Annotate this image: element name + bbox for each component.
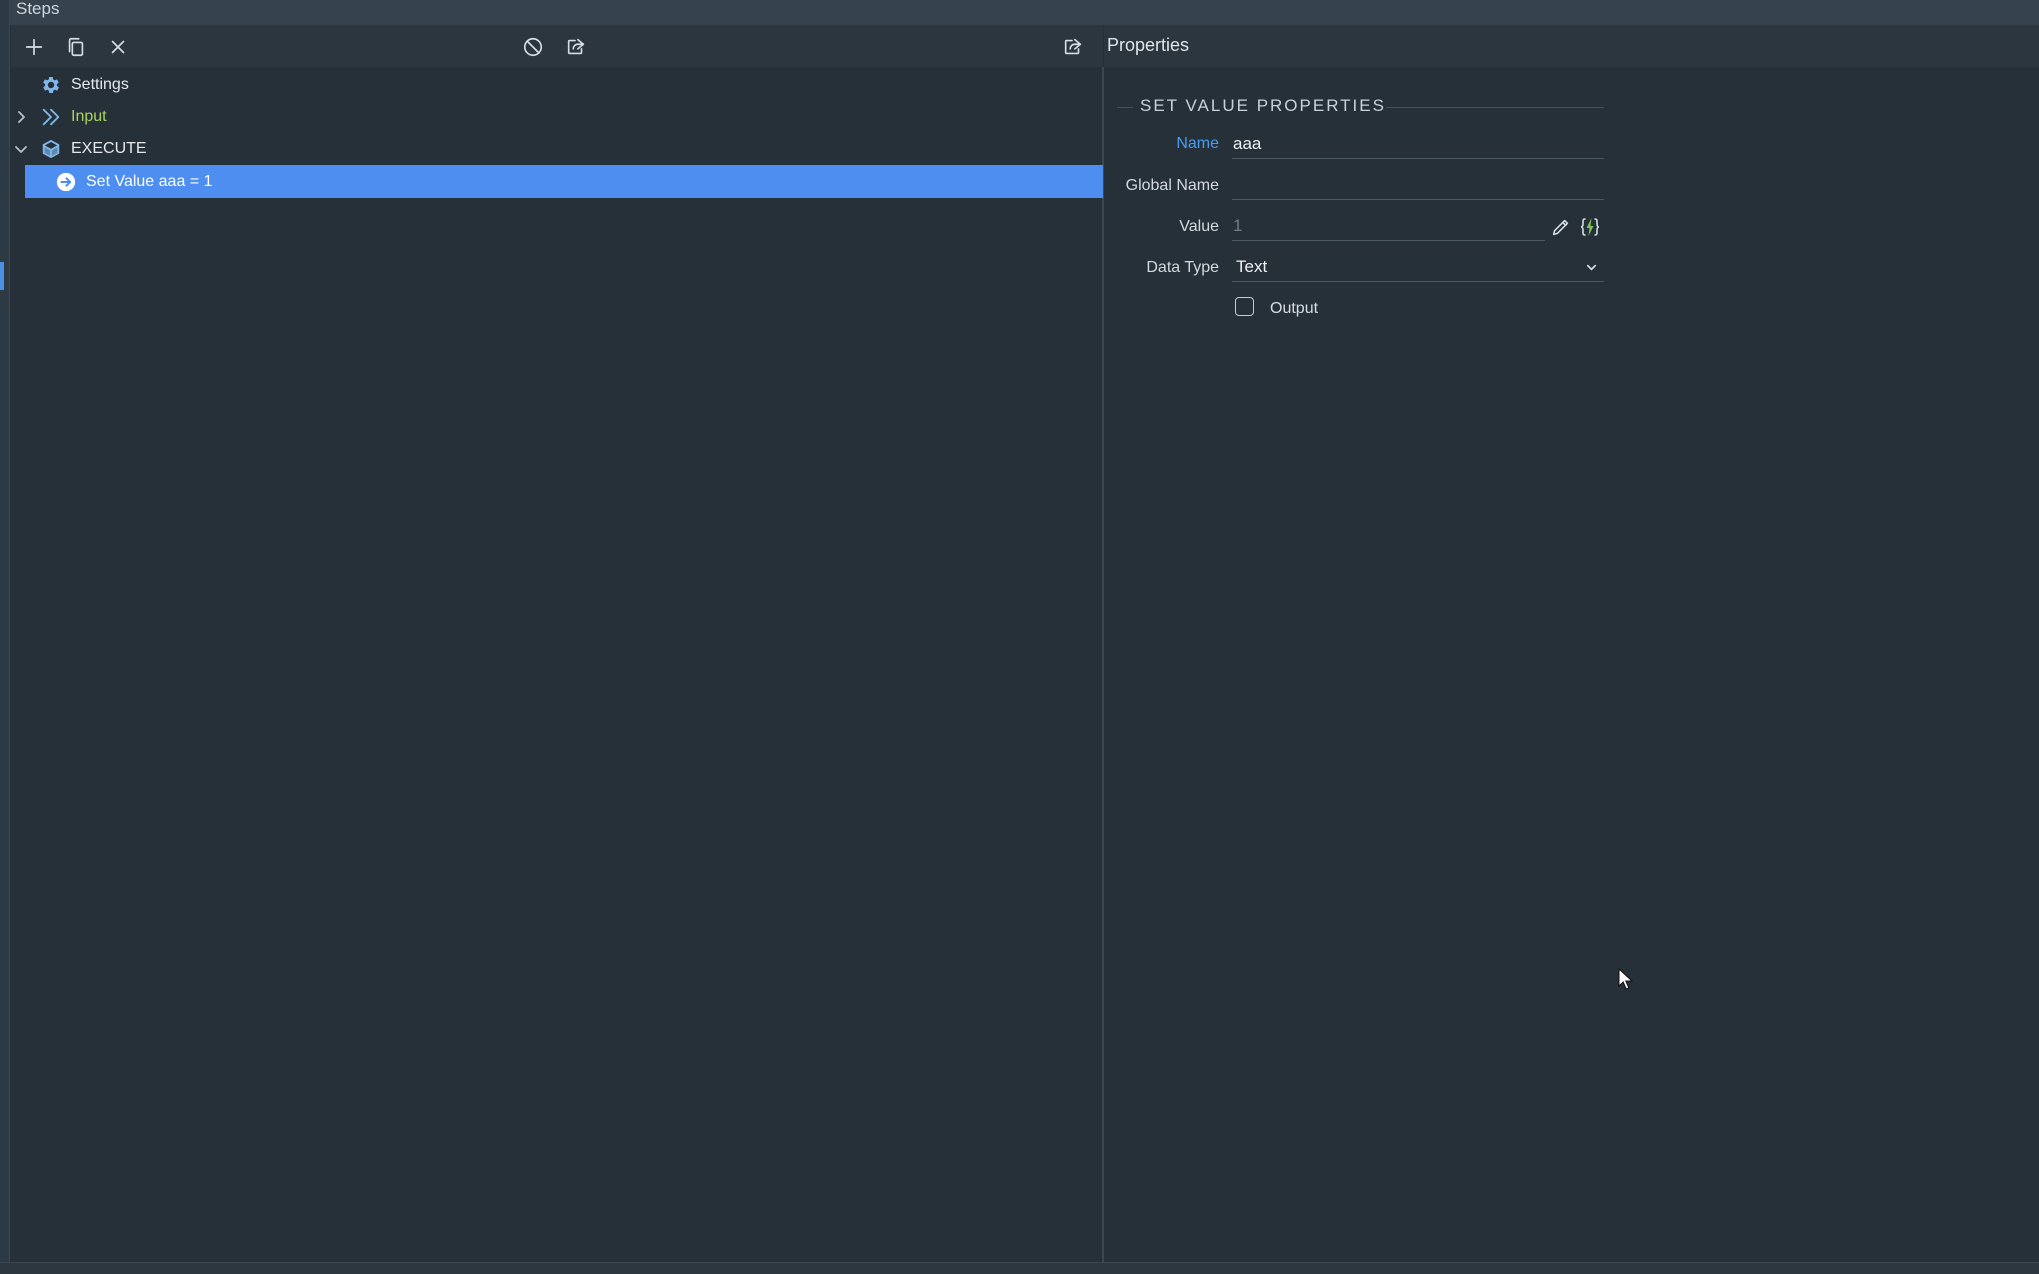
data-type-select[interactable]: Text xyxy=(1232,252,1604,282)
delete-step-button[interactable] xyxy=(105,34,131,60)
double-chevron-icon xyxy=(40,106,62,128)
name-label: Name xyxy=(1176,135,1219,152)
properties-title: Properties xyxy=(1107,35,1190,55)
section-rule-right xyxy=(1386,107,1604,108)
mouse-cursor-icon xyxy=(1618,968,1634,990)
lightning-braces-icon xyxy=(1580,218,1600,236)
properties-toolbar xyxy=(1104,25,2039,67)
add-step-button[interactable] xyxy=(21,34,47,60)
tree-item-label: Settings xyxy=(71,76,129,93)
share-properties-button[interactable] xyxy=(1060,34,1086,60)
section-title: SET VALUE PROPERTIES xyxy=(1140,96,1386,115)
left-edge-rail xyxy=(0,0,10,1274)
panel-divider[interactable] xyxy=(1102,67,1104,1262)
status-bar xyxy=(0,1262,2039,1274)
tree-item-label: Input xyxy=(71,108,107,125)
global-name-label: Global Name xyxy=(1125,177,1219,194)
chevron-down-icon xyxy=(1586,264,1597,271)
name-input[interactable]: aaa xyxy=(1232,129,1604,159)
pencil-icon xyxy=(1552,219,1569,236)
value-input[interactable]: 1 xyxy=(1232,211,1545,241)
output-checkbox[interactable] xyxy=(1235,297,1254,316)
global-name-input[interactable] xyxy=(1232,170,1604,200)
window-title: Steps xyxy=(16,0,60,18)
cube-icon xyxy=(40,138,62,160)
export-icon xyxy=(567,38,585,55)
tree-item-execute[interactable]: EXECUTE xyxy=(0,134,1100,164)
tree-item-input[interactable]: Input xyxy=(0,102,1100,132)
data-type-label: Data Type xyxy=(1146,259,1219,276)
tree-item-label: Set Value aaa = 1 xyxy=(86,172,213,190)
export-step-button[interactable] xyxy=(563,34,589,60)
chevron-right-icon[interactable] xyxy=(14,110,28,124)
gear-icon xyxy=(40,74,62,96)
data-type-value: Text xyxy=(1236,256,1268,276)
section-rule-left xyxy=(1117,107,1133,108)
edit-value-button[interactable] xyxy=(1549,215,1573,239)
copy-icon xyxy=(68,37,84,57)
copy-step-button[interactable] xyxy=(63,34,89,60)
disable-step-button[interactable] xyxy=(520,34,546,60)
title-bar: Steps xyxy=(0,0,2039,25)
steps-toolbar xyxy=(11,25,1103,67)
plus-icon xyxy=(25,38,43,56)
output-label: Output xyxy=(1270,300,1319,317)
tree-item-set-value[interactable]: Set Value aaa = 1 xyxy=(25,165,1103,198)
left-edge-indicator xyxy=(0,262,4,290)
arrow-circle-icon xyxy=(55,171,77,193)
expression-value-button[interactable] xyxy=(1578,215,1602,239)
tree-item-label: EXECUTE xyxy=(71,140,147,157)
value-label: Value xyxy=(1179,218,1219,235)
close-icon xyxy=(111,40,125,54)
chevron-down-icon[interactable] xyxy=(14,142,28,156)
share-icon xyxy=(1064,38,1082,55)
tree-item-settings[interactable]: Settings xyxy=(0,70,1100,100)
ban-icon xyxy=(523,37,543,57)
